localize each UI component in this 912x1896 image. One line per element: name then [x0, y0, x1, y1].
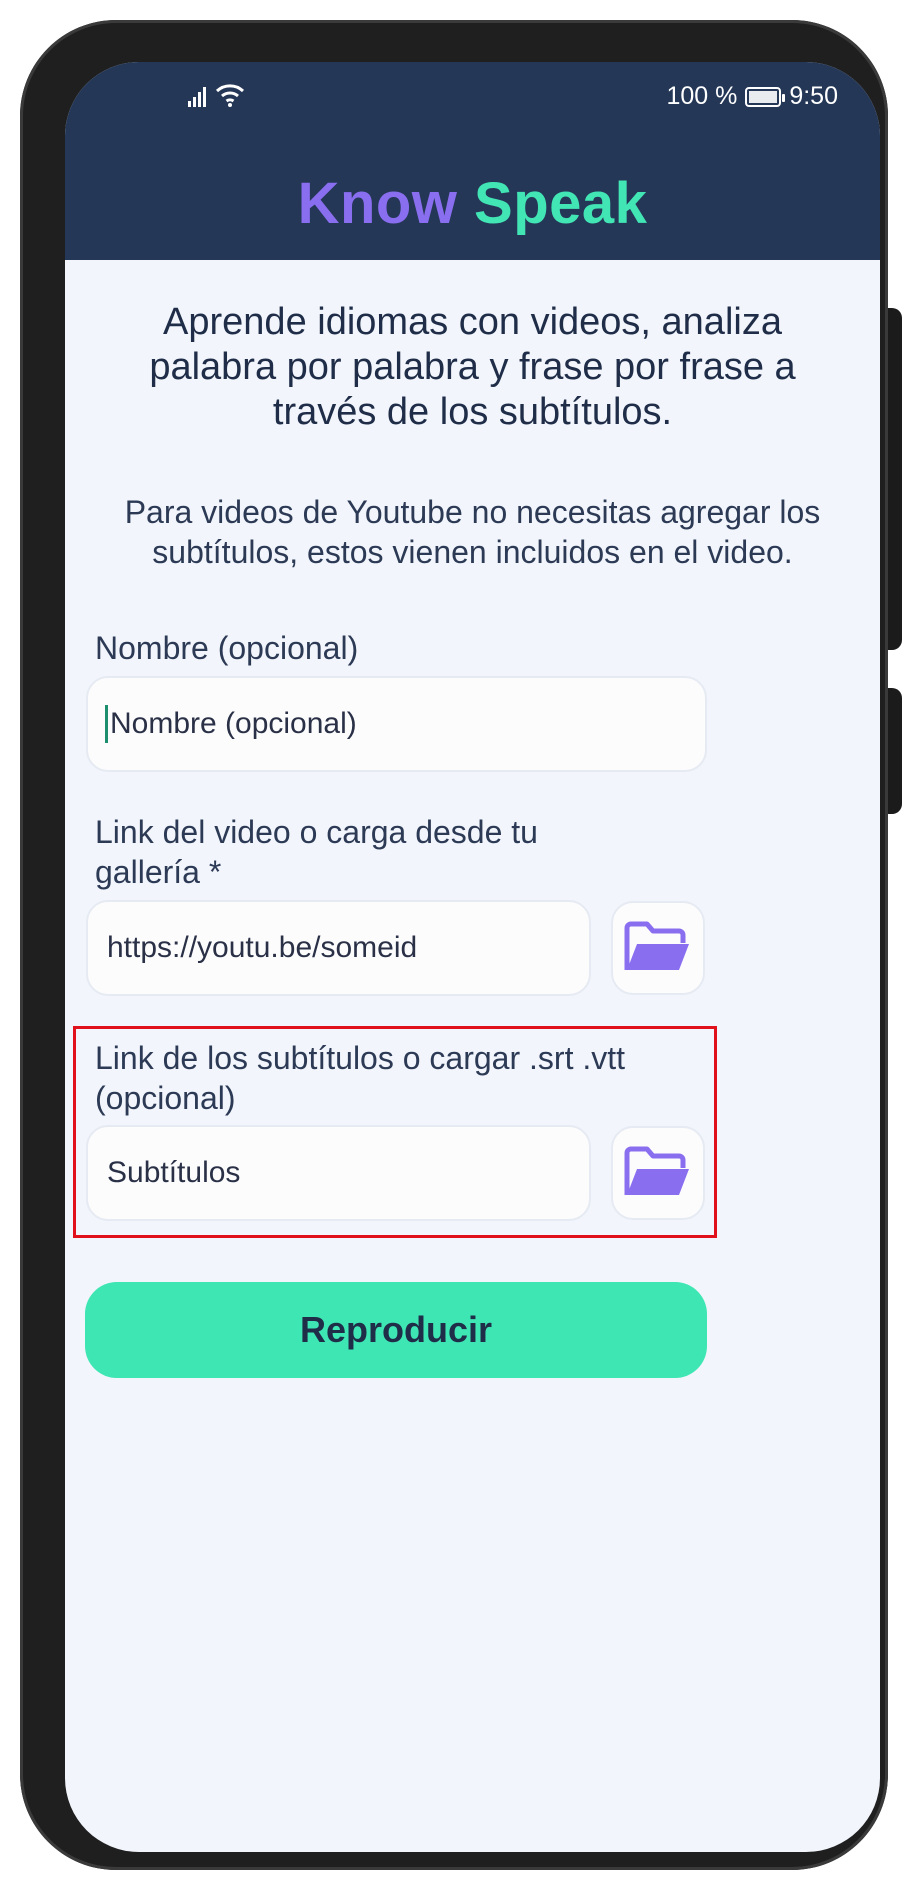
- subtitles-link-field[interactable]: Subtítulos: [86, 1125, 591, 1221]
- folder-open-icon: [624, 921, 689, 970]
- app-title: Know Speak: [65, 174, 880, 234]
- video-browse-button[interactable]: [611, 901, 705, 995]
- battery-icon: [745, 86, 786, 107]
- video-link-value: https://youtu.be/someid: [107, 931, 418, 964]
- name-field[interactable]: Nombre (opcional): [86, 676, 707, 772]
- name-placeholder: Nombre (opcional): [110, 707, 357, 740]
- video-label: Link del video o carga desde tu gallería…: [95, 814, 538, 890]
- name-label: Nombre (opcional): [95, 630, 359, 666]
- subtitles-label: Link de los subtítulos o cargar .srt .vt…: [95, 1040, 626, 1116]
- app-header: 100 % 9:50 Know Speak: [65, 62, 880, 260]
- youtube-note: Para videos de Youtube no necesitas agre…: [124, 494, 821, 570]
- title-know: Know: [297, 171, 458, 236]
- subtitles-placeholder: Subtítulos: [107, 1156, 241, 1189]
- phone-frame: 100 % 9:50 Know Speak Aprende idiomas co…: [20, 20, 888, 1870]
- clock: 9:50: [789, 82, 838, 110]
- subtitles-browse-button[interactable]: [611, 1126, 705, 1220]
- status-bar: 100 % 9:50: [65, 74, 880, 122]
- signal-icon: [188, 87, 206, 107]
- wifi-icon: [215, 84, 245, 107]
- folder-open-icon: [624, 1146, 689, 1195]
- text-cursor: [105, 705, 108, 743]
- app-screen: 100 % 9:50 Know Speak Aprende idiomas co…: [65, 62, 880, 1852]
- video-link-field[interactable]: https://youtu.be/someid: [86, 900, 591, 996]
- battery-percent: 100 %: [666, 82, 738, 110]
- status-right: 100 % 9:50: [666, 82, 838, 111]
- status-left: [187, 82, 245, 108]
- play-button[interactable]: Reproducir: [85, 1282, 707, 1378]
- intro-text: Aprende idiomas con videos, analiza pala…: [149, 301, 796, 433]
- title-speak: Speak: [457, 171, 648, 236]
